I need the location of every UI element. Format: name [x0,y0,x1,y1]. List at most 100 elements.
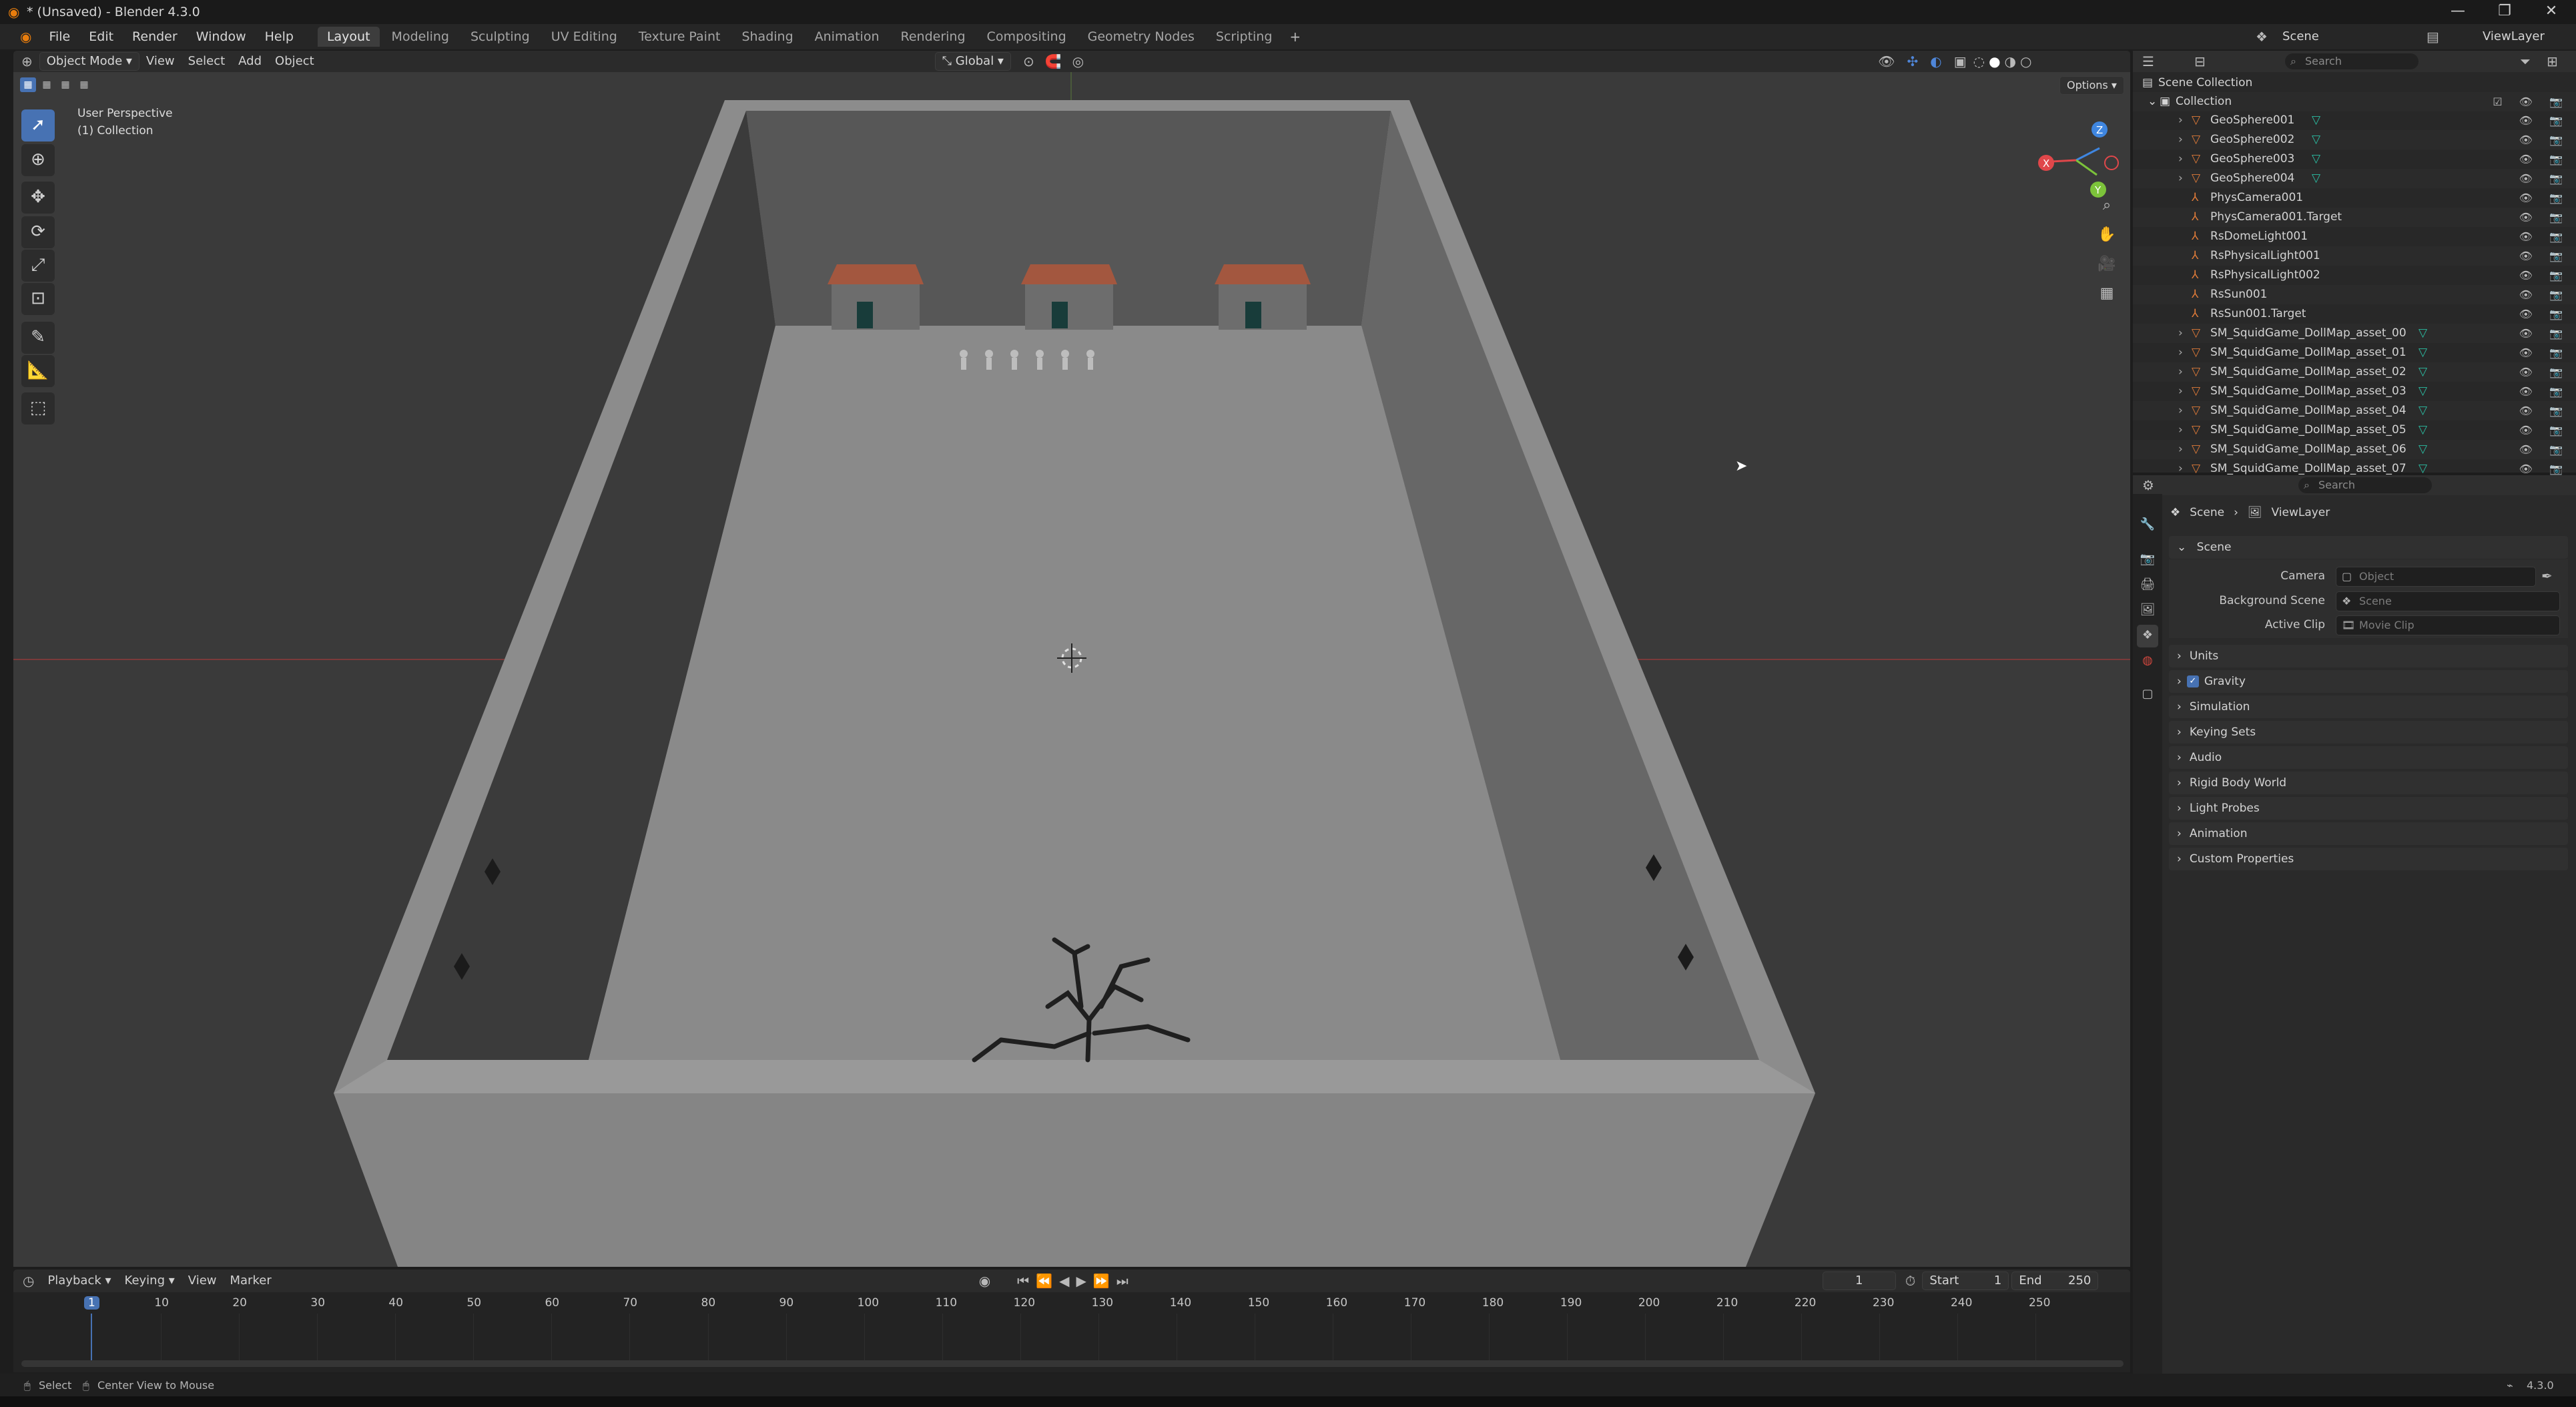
expand-arrow-icon[interactable]: › [2178,440,2183,459]
workspace-tab-texture-paint[interactable]: Texture Paint [629,27,730,47]
expand-arrow-icon[interactable]: › [2178,343,2183,362]
ortho-toggle-button[interactable]: ▦ [2093,280,2121,308]
menu-help[interactable]: Help [256,24,303,49]
row-visibility-icons[interactable]: 👁 📷 [2519,324,2569,343]
rendered-shading-icon[interactable]: ○ [2020,55,2031,68]
row-visibility-icons[interactable]: 👁 📷 [2519,304,2569,324]
outliner-item-row[interactable]: › ▽ SM_SquidGame_DollMap_asset_03 ▽ 👁 📷 [2133,382,2576,401]
row-visibility-icons[interactable]: 👁 📷 [2519,401,2569,420]
scene-icon[interactable]: ❖ [2256,30,2268,43]
select-new-icon[interactable]: ▦ [20,77,36,92]
outliner-item-row[interactable]: ⅄ PhysCamera001.Target 👁 📷 [2133,208,2576,227]
mesh-data-icon[interactable]: ▽ [2312,130,2320,150]
row-visibility-icons[interactable]: 👁 📷 [2519,111,2569,130]
annotate-tool-button[interactable]: ✎ [21,322,55,354]
cursor-tool-button[interactable]: ⊕ [21,144,55,176]
overlay-toggle-icon[interactable]: ◐ [1930,55,1941,68]
row-visibility-icons[interactable]: 👁 📷 [2519,285,2569,304]
outliner-item-row[interactable]: ⅄ RsPhysicalLight002 👁 📷 [2133,266,2576,285]
move-tool-button[interactable]: ✥ [21,182,55,214]
current-frame-field[interactable]: 1 [1822,1272,1896,1290]
panel-audio[interactable]: › Audio [2169,746,2568,769]
menu-edit[interactable]: Edit [79,24,123,49]
view-layer-tab-icon[interactable]: 🖼 [2137,599,2158,622]
play-reverse-icon[interactable]: ◀ [1059,1274,1069,1288]
workspace-tab-rendering[interactable]: Rendering [892,27,975,47]
row-visibility-icons[interactable]: 👁 📷 [2519,150,2569,169]
auto-keying-icon[interactable]: ◉ [979,1274,990,1288]
menu-window[interactable]: Window [187,24,256,49]
outliner-item-row[interactable]: › ▽ GeoSphere004 ▽ 👁 📷 [2133,169,2576,188]
mesh-data-icon[interactable]: ▽ [2419,362,2427,382]
workspace-tab-shading[interactable]: Shading [732,27,802,47]
row-visibility-icons[interactable]: 👁 📷 [2519,208,2569,227]
select-extend-icon[interactable]: ▦ [39,77,55,92]
tool-tab-icon[interactable]: 🔧 [2137,514,2158,537]
mesh-data-icon[interactable]: ▽ [2419,324,2427,343]
material-shading-icon[interactable]: ◑ [2005,55,2016,68]
end-frame-field[interactable]: End 250 [2011,1272,2099,1290]
gizmo-toggle-icon[interactable]: ✣ [1907,55,1918,68]
menu-render[interactable]: Render [123,24,187,49]
menu-file[interactable]: File [39,24,79,49]
expand-arrow-icon[interactable]: › [2178,111,2183,130]
outliner-item-row[interactable]: ⅄ RsDomeLight001 👁 📷 [2133,227,2576,246]
row-visibility-icons[interactable]: 👁 📷 [2519,266,2569,285]
workspace-tab-modeling[interactable]: Modeling [382,27,458,47]
select-box-tool-button[interactable]: ➚ [21,109,55,142]
expand-arrow-icon[interactable]: › [2178,401,2183,420]
proportional-edit-icon[interactable]: ◎ [1072,55,1084,68]
outliner-item-row[interactable]: › ▽ SM_SquidGame_DollMap_asset_06 ▽ 👁 📷 [2133,440,2576,459]
jump-start-icon[interactable]: ⏮ [1017,1274,1029,1288]
gravity-checkbox[interactable]: ✓ [2186,675,2199,687]
outliner-item-row[interactable]: › ▽ SM_SquidGame_DollMap_asset_00 ▽ 👁 📷 [2133,324,2576,343]
mesh-data-icon[interactable]: ▽ [2419,440,2427,459]
outliner-item-row[interactable]: ⅄ RsPhysicalLight001 👁 📷 [2133,246,2576,266]
editor-type-icon[interactable]: ⊕ [21,55,33,68]
workspace-tab-animation[interactable]: Animation [806,27,889,47]
menu-keying[interactable]: Keying ▾ [118,1272,182,1290]
transform-orientation-dropdown[interactable]: ⤡ Global ▾ [934,52,1011,71]
properties-search-input[interactable]: ⌕ Search [2298,477,2432,493]
outliner-search-input[interactable]: ⌕ Search [2285,53,2419,69]
collection-tab-icon[interactable]: ▢ [2137,683,2158,706]
snap-icon[interactable]: 🧲 [1045,55,1062,68]
row-visibility-icons[interactable]: ☑ 👁 📷 [2493,92,2569,111]
preview-range-icon[interactable]: ⏱ [1905,1274,1916,1288]
mesh-data-icon[interactable]: ▽ [2419,382,2427,401]
row-visibility-icons[interactable]: 👁 📷 [2519,420,2569,440]
outliner-item-row[interactable]: › ▽ GeoSphere001 ▽ 👁 📷 [2133,111,2576,130]
play-icon[interactable]: ▶ [1076,1274,1086,1288]
panel-rigid-body-world[interactable]: › Rigid Body World [2169,772,2568,794]
mode-dropdown[interactable]: Object Mode ▾ [39,52,139,71]
viewlayer-selector[interactable]: ViewLayer [2483,24,2545,49]
outliner-item-row[interactable]: › ▽ SM_SquidGame_DollMap_asset_02 ▽ 👁 📷 [2133,362,2576,382]
scene-selector[interactable]: Scene [2282,24,2319,49]
new-collection-icon[interactable]: ⊞ [2547,55,2558,68]
workspace-tab-scripting[interactable]: Scripting [1207,27,1282,47]
filter-icon[interactable]: ⏷ [2520,55,2531,68]
outliner-editor-icon[interactable]: ☰ [2142,55,2154,68]
timeline-editor-icon[interactable]: ◷ [23,1274,34,1288]
outliner-item-row[interactable]: › ▽ SM_SquidGame_DollMap_asset_04 ▽ 👁 📷 [2133,401,2576,420]
outliner-item-row[interactable]: ⅄ RsSun001 👁 📷 [2133,285,2576,304]
mesh-data-icon[interactable]: ▽ [2419,420,2427,440]
output-tab-icon[interactable]: 🖨 [2137,574,2158,597]
jump-keyframe-forward-icon[interactable]: ⏩ [1093,1274,1110,1288]
collapse-arrow-icon[interactable]: ⌄ [2148,92,2157,111]
scene-panel-header[interactable]: ⌄ Scene [2169,536,2568,559]
menu-select[interactable]: Select [182,52,232,71]
timeline-area[interactable]: 1 10 20 30 40 50 60 70 80 90 100 110 120 130 140 150 160… [13,1292,2130,1372]
zoom-view-button[interactable]: ⌕ [2093,192,2121,220]
row-visibility-icons[interactable]: 👁 📷 [2519,343,2569,362]
panel-units[interactable]: › Units [2169,645,2568,667]
mesh-data-icon[interactable]: ▽ [2312,111,2320,130]
menu-object[interactable]: Object [268,52,321,71]
row-visibility-icons[interactable]: 👁 📷 [2519,130,2569,150]
tree-row-scene-collection[interactable]: ▤ Scene Collection [2133,73,2576,93]
outliner-item-row[interactable]: › ▽ SM_SquidGame_DollMap_asset_01 ▽ 👁 📷 [2133,343,2576,362]
scene-tab-icon[interactable]: ❖ [2137,625,2158,647]
pan-view-button[interactable]: ✋ [2093,222,2121,250]
camera-field[interactable]: ▢ Object [2336,567,2536,587]
expand-arrow-icon[interactable]: › [2178,362,2183,382]
